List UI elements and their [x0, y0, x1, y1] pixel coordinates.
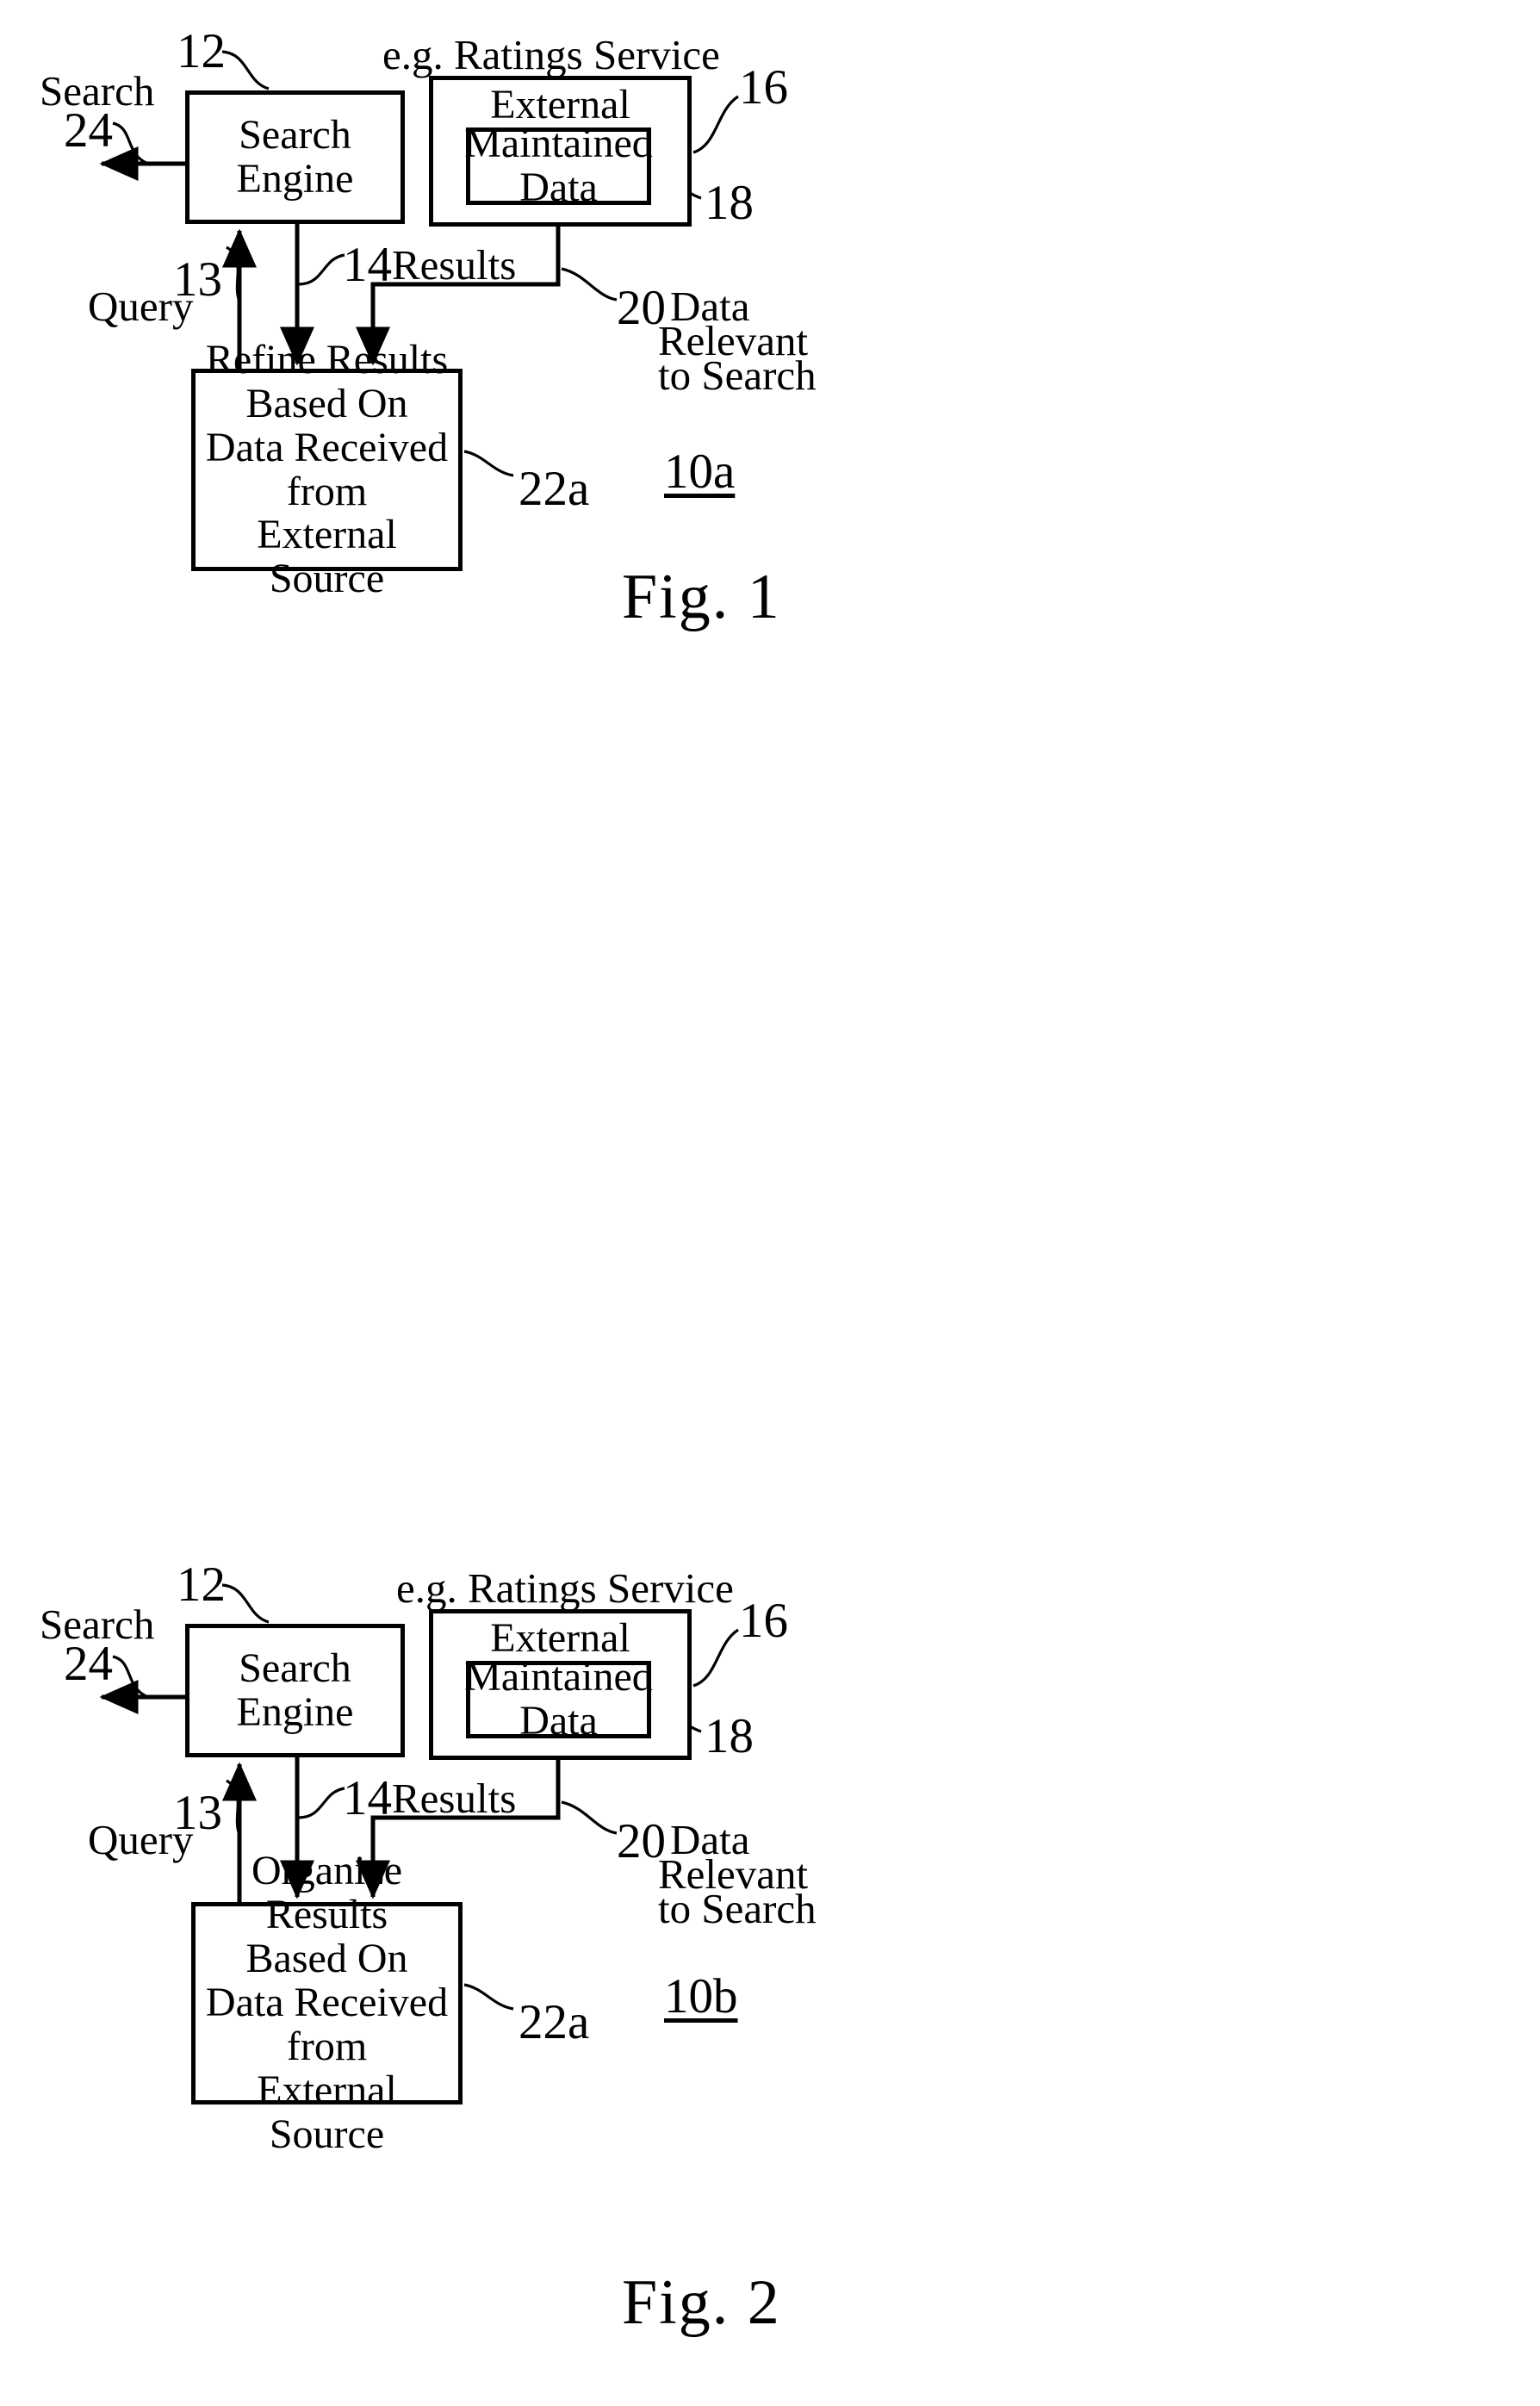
search-engine-label-line1: Search — [239, 111, 351, 158]
process-label-line3: Data Received — [205, 1980, 449, 2026]
maintained-data-box: Maintained Data — [464, 1655, 653, 1743]
search-engine-box: Search Engine — [185, 90, 405, 224]
figure-2: e.g. Ratings Service 12 16 18 24 13 14 2… — [0, 1016, 1540, 2406]
ref-numeral-22a: 22a — [519, 462, 590, 516]
process-label-line1: Organize Results — [251, 1848, 403, 1938]
refine-results-box: Refine Results Based On Data Received fr… — [191, 338, 463, 600]
figure-caption-2: Fig. 2 — [622, 2267, 781, 2338]
leader-24 — [112, 121, 149, 165]
ref-numeral-12: 12 — [177, 24, 226, 78]
leader-14 — [298, 253, 345, 286]
leader-24 — [112, 1655, 149, 1699]
leader-22a — [463, 450, 514, 477]
leader-16 — [692, 1628, 739, 1688]
ratings-service-heading: e.g. Ratings Service — [382, 31, 720, 78]
maintained-data-label-line1: Maintained — [464, 1654, 653, 1700]
search-output-label: Search — [40, 67, 155, 115]
process-label-line1: Refine Results — [205, 336, 449, 382]
maintained-data-box: Maintained Data — [464, 121, 653, 209]
maintained-data-label-line1: Maintained — [464, 121, 653, 167]
system-ref-10b: 10b — [664, 1969, 738, 2024]
ref-numeral-12: 12 — [177, 1557, 226, 1612]
ref-numeral-18: 18 — [705, 176, 754, 230]
figure-caption-1: Fig. 1 — [622, 562, 781, 632]
ref-numeral-16: 16 — [739, 1594, 788, 1648]
maintained-data-label-line2: Data — [519, 1698, 598, 1744]
ref-numeral-14: 14 — [343, 1771, 392, 1825]
search-engine-label-line2: Engine — [236, 155, 354, 202]
search-engine-box: Search Engine — [185, 1624, 405, 1757]
ref-numeral-14: 14 — [343, 238, 392, 292]
search-engine-label-line2: Engine — [236, 1688, 354, 1735]
leader-22a — [463, 1983, 514, 2011]
patent-drawing-sheet: e.g. Ratings Service 12 16 18 24 13 14 2… — [0, 0, 1540, 2406]
process-label-line3: Data Received — [205, 424, 449, 470]
process-label-line5: External Source — [257, 512, 397, 602]
leader-12 — [221, 50, 270, 90]
process-label-line5: External Source — [257, 2067, 397, 2157]
relevant-data-label-line3: to Search — [658, 1885, 817, 1932]
query-label: Query — [88, 283, 194, 330]
maintained-data-label-line2: Data — [519, 165, 598, 210]
results-label: Results — [392, 1775, 517, 1822]
ref-numeral-16: 16 — [739, 60, 788, 115]
leader-20 — [561, 267, 618, 302]
leader-20 — [561, 1800, 618, 1835]
process-label-line2: Based On — [245, 1936, 408, 1982]
process-label-line2: Based On — [245, 380, 408, 426]
figure-1: e.g. Ratings Service 12 16 18 24 13 14 2… — [0, 0, 1540, 1016]
ref-numeral-22a: 22a — [519, 1995, 590, 2049]
organize-results-box: Organize Results Based On Data Received … — [191, 1850, 463, 2156]
system-ref-10a: 10a — [664, 445, 736, 499]
ref-numeral-18: 18 — [705, 1709, 754, 1763]
ratings-service-heading: e.g. Ratings Service — [396, 1564, 734, 1612]
query-label: Query — [88, 1816, 194, 1863]
leader-16 — [692, 95, 739, 154]
process-label-line4: from — [286, 468, 368, 514]
search-engine-label-line1: Search — [239, 1644, 351, 1691]
leader-12 — [221, 1583, 270, 1624]
relevant-data-label-line3: to Search — [658, 351, 817, 399]
process-label-line4: from — [286, 2023, 368, 2069]
results-label: Results — [392, 241, 517, 289]
leader-14 — [298, 1787, 345, 1819]
search-output-label: Search — [40, 1601, 155, 1648]
